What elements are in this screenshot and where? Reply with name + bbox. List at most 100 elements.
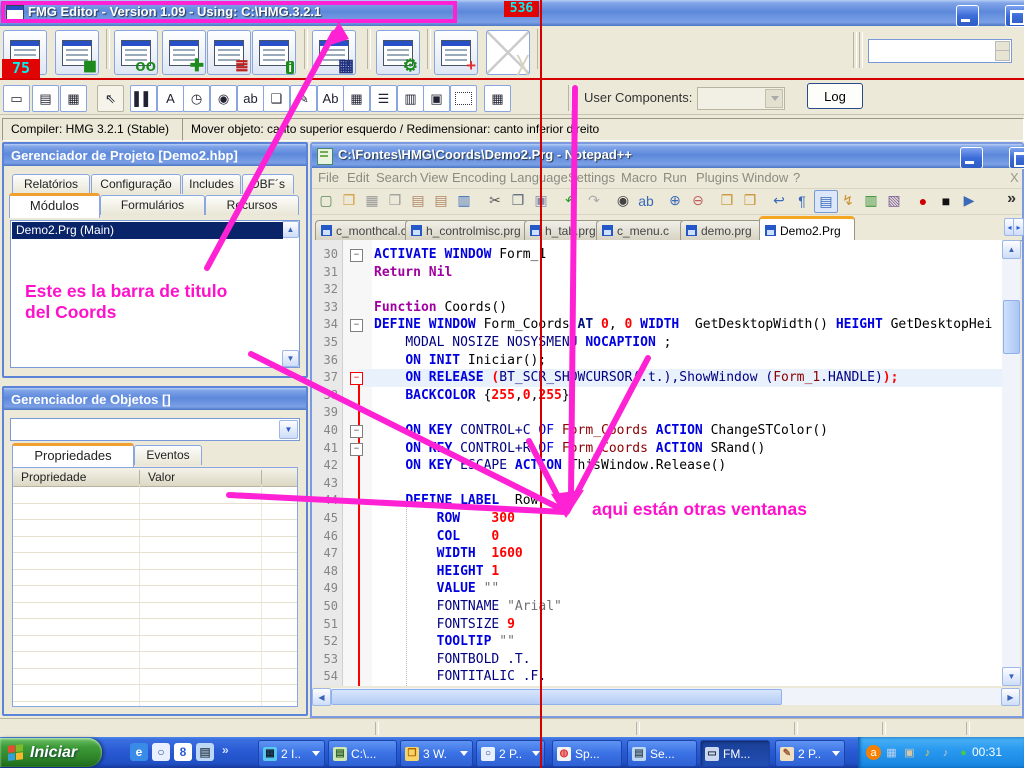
word-wrap-button[interactable]: ↩: [768, 190, 790, 211]
editor-hscrollbar[interactable]: ◀ ▶: [312, 688, 1020, 705]
code-line-30[interactable]: ACTIVATE WINDOW Form_1: [374, 246, 546, 264]
code-line-44[interactable]: DEFINE LABEL Row: [374, 492, 538, 510]
antivirus-tray-icon[interactable]: a: [866, 745, 881, 760]
close-file-button[interactable]: ▤: [407, 190, 429, 211]
code-line-50[interactable]: FONTNAME "Arial": [374, 598, 562, 616]
menu-language[interactable]: Language: [510, 168, 568, 188]
code-line-31[interactable]: Return Nil: [374, 264, 452, 282]
image-control-button[interactable]: ▦: [60, 85, 87, 112]
search-quicklaunch-icon[interactable]: ○: [152, 743, 170, 761]
code-line-54[interactable]: FONTITALIC .F.: [374, 668, 546, 686]
vscroll-thumb[interactable]: [1003, 300, 1020, 354]
google-quicklaunch-icon[interactable]: 8: [174, 743, 192, 761]
volume-tray-icon[interactable]: ♪: [920, 745, 935, 760]
pointer-tool-button[interactable]: ⇖: [97, 85, 124, 112]
menu-edit[interactable]: Edit: [347, 168, 369, 188]
tab-formul-rios[interactable]: Formulários: [100, 195, 205, 215]
hscroll-left-button[interactable]: ◀: [312, 688, 331, 706]
timer-control-button[interactable]: ◷: [183, 85, 210, 112]
menu-file[interactable]: File: [318, 168, 339, 188]
code-line-36[interactable]: ON INIT Iniciar();: [374, 352, 546, 370]
fold-marker[interactable]: −: [350, 319, 363, 332]
show-symbols-button[interactable]: ¶: [791, 190, 813, 211]
doc-tab-c-monthcal-c[interactable]: c_monthcal.c: [315, 220, 410, 240]
grid-control-button[interactable]: ▦: [343, 85, 370, 112]
hscroll-thumb[interactable]: [331, 689, 782, 705]
editor-vscrollbar[interactable]: ▲ ▼: [1002, 240, 1020, 686]
properties-grid[interactable]: Propriedade Valor: [12, 467, 298, 707]
mixer-tray-icon[interactable]: ♪: [938, 745, 953, 760]
code-line-52[interactable]: TOOLTIP "": [374, 633, 515, 651]
scroll-down-button[interactable]: ▼: [282, 350, 299, 367]
code-line-37[interactable]: ON RELEASE (BT_SCR_SHOWCURSOR(.t.),ShowW…: [374, 369, 898, 387]
textbox-control-button[interactable]: ab: [237, 85, 264, 112]
listbox-control-button[interactable]: ☰: [370, 85, 397, 112]
new-file-button[interactable]: ▢: [315, 190, 337, 211]
resize-form-button[interactable]: ✚: [162, 30, 206, 75]
fold-marker[interactable]: −: [350, 372, 363, 385]
menu-close-doc-icon[interactable]: X: [1010, 168, 1019, 188]
minimize-button[interactable]: [956, 5, 979, 27]
notes-quicklaunch-icon[interactable]: ▤: [196, 743, 214, 761]
doc-tab-c-menu-c[interactable]: c_menu.c: [596, 220, 685, 240]
tab-relat-rios[interactable]: Relatórios: [12, 174, 90, 194]
test-form-button[interactable]: +: [434, 30, 478, 75]
task-chrome[interactable]: ◍Sp...: [552, 740, 622, 767]
task-search-group[interactable]: ○2 P..: [476, 740, 545, 767]
print-button[interactable]: ▥: [453, 190, 475, 211]
code-line-34[interactable]: DEFINE WINDOW Form_Coords AT 0, 0 WIDTH …: [374, 316, 992, 334]
hscroll-right-button[interactable]: ▶: [1001, 688, 1020, 706]
radio-control-button[interactable]: ◉: [210, 85, 237, 112]
datagrid-control-button[interactable]: ▦: [484, 85, 511, 112]
user-components-select[interactable]: [697, 87, 785, 110]
zoom-out-button[interactable]: ⊖: [687, 190, 709, 211]
paste-button[interactable]: ▣: [530, 190, 552, 211]
tab-eventos[interactable]: Eventos: [134, 445, 202, 465]
menu-run[interactable]: Run: [663, 168, 687, 188]
npp-minimize-button[interactable]: [960, 147, 983, 169]
save-form-button[interactable]: ◼: [55, 30, 99, 75]
blank-button[interactable]: ╳: [486, 30, 530, 75]
cut-button[interactable]: ✂: [484, 190, 506, 211]
task-internet-group[interactable]: ▦2 I..: [258, 740, 325, 767]
label-control-button[interactable]: ▤: [32, 85, 59, 112]
tab-propriedades[interactable]: Propriedades: [12, 443, 134, 468]
doc-tab-demo2-prg[interactable]: Demo2.Prg: [759, 216, 855, 242]
align-tools-button[interactable]: ≣: [207, 30, 251, 75]
object-select[interactable]: ▼: [10, 418, 300, 441]
task-paint-group[interactable]: ✎2 P..: [775, 740, 845, 767]
task-windows-group[interactable]: ❒3 W.: [400, 740, 473, 767]
npp-maximize-button[interactable]: [1009, 147, 1024, 169]
menu-settings[interactable]: Settings: [568, 168, 615, 188]
form-info-button[interactable]: i: [252, 30, 296, 75]
object-manager-titlebar[interactable]: Gerenciador de Objetos []: [4, 388, 306, 410]
open-file-button[interactable]: ❒: [338, 190, 360, 211]
menu-macro[interactable]: Macro: [621, 168, 657, 188]
tab-m-dulos[interactable]: Módulos: [9, 193, 100, 218]
richedit-control-button[interactable]: Ab: [317, 85, 344, 112]
task-notes[interactable]: ▤Se...: [627, 740, 697, 767]
find-button[interactable]: ◉: [612, 190, 634, 211]
doc-tab-demo-prg[interactable]: demo.prg: [680, 220, 764, 240]
spin-down-button[interactable]: [995, 50, 1010, 61]
indent-guide-button[interactable]: ▤: [814, 190, 838, 213]
play-macro-button[interactable]: ▶: [958, 190, 980, 211]
build-run-button[interactable]: ⚙: [376, 30, 420, 75]
tab-configura-o[interactable]: Configuração: [91, 174, 181, 194]
tab-recursos[interactable]: Recursos: [205, 195, 299, 215]
maximize-button[interactable]: [1005, 5, 1024, 27]
menu-help[interactable]: ?: [793, 168, 800, 188]
fold-marker[interactable]: −: [350, 443, 363, 456]
code-editor[interactable]: 30−ACTIVATE WINDOW Form_131Return Nil323…: [312, 240, 1002, 686]
function-list-button[interactable]: ↯: [837, 190, 859, 211]
code-line-40[interactable]: ON KEY CONTROL+C OF Form_Coords ACTION C…: [374, 422, 828, 440]
tab-dbf-s[interactable]: DBF´s: [242, 174, 294, 194]
vscroll-up-button[interactable]: ▲: [1002, 240, 1021, 259]
list-item[interactable]: Demo2.Prg (Main): [12, 222, 283, 239]
undo-button[interactable]: ↶: [560, 190, 582, 211]
tab-includes[interactable]: Includes: [182, 174, 241, 194]
menu-plugins[interactable]: Plugins: [696, 168, 739, 188]
window-control-button[interactable]: ▭: [3, 85, 30, 112]
updater-tray-icon[interactable]: ●: [956, 745, 971, 760]
widget-cart-button[interactable]: oo: [114, 30, 158, 75]
